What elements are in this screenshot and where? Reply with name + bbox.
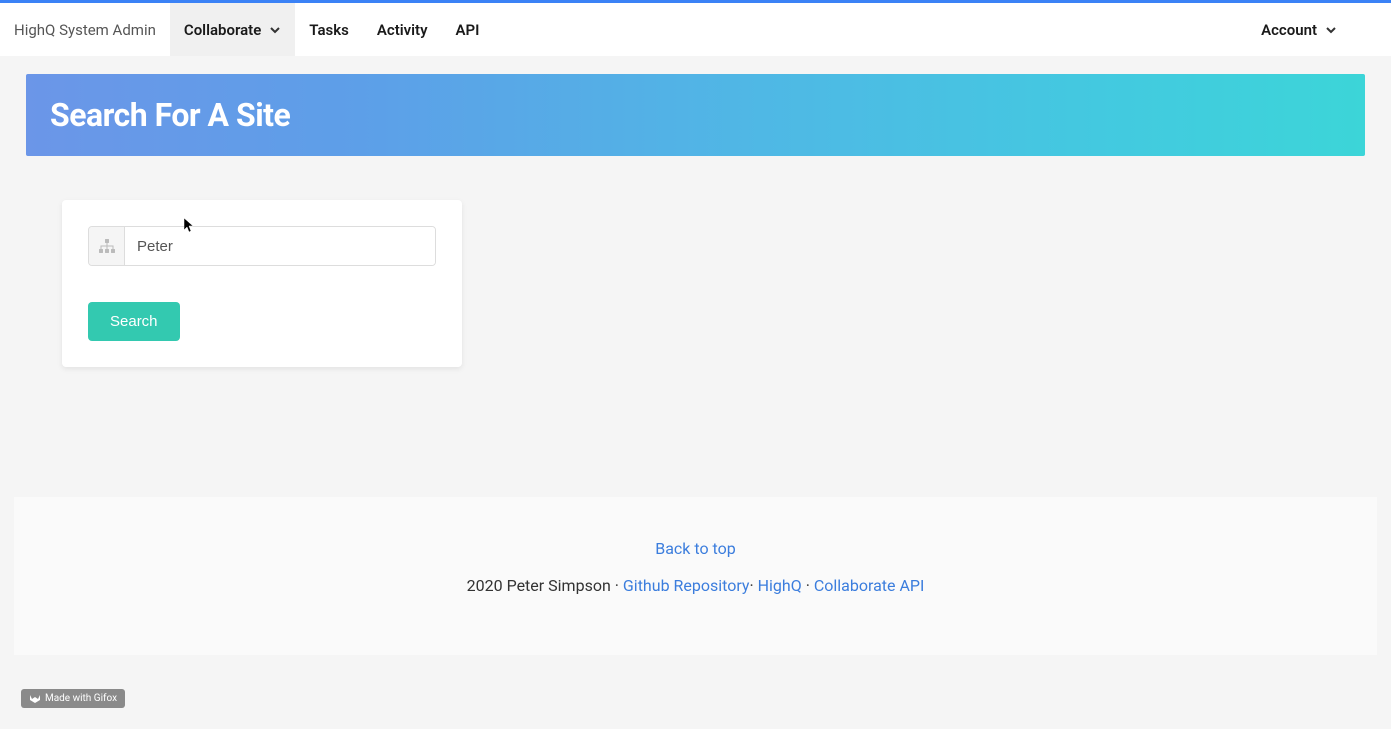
nav-account-label: Account <box>1261 21 1317 39</box>
search-input-group <box>88 226 436 266</box>
gifox-watermark: Made with Gifox <box>21 689 125 708</box>
navbar-right: Account <box>1247 3 1391 56</box>
nav-api[interactable]: API <box>442 3 494 56</box>
nav-activity[interactable]: Activity <box>363 3 442 56</box>
chevron-down-icon <box>1325 24 1337 36</box>
footer-copyright: 2020 Peter Simpson · Github Repository· … <box>14 576 1377 595</box>
copyright-text: 2020 Peter Simpson · <box>467 576 623 595</box>
watermark-text: Made with Gifox <box>45 693 117 704</box>
hero-banner: Search For A Site <box>26 74 1365 156</box>
nav-collaborate-label: Collaborate <box>184 21 261 39</box>
back-to-top-link[interactable]: Back to top <box>655 539 735 558</box>
search-card: Search <box>62 200 462 367</box>
page-title: Search For A Site <box>50 96 1341 134</box>
fox-icon <box>29 694 41 704</box>
separator: · <box>802 576 814 595</box>
chevron-down-icon <box>269 24 281 36</box>
search-button[interactable]: Search <box>88 302 180 341</box>
main-navbar: HighQ System Admin Collaborate Tasks Act… <box>0 3 1391 56</box>
sitemap-icon <box>99 239 115 253</box>
separator: · <box>749 576 757 595</box>
brand-label[interactable]: HighQ System Admin <box>0 3 170 56</box>
search-input[interactable] <box>125 227 435 265</box>
nav-tasks[interactable]: Tasks <box>295 3 363 56</box>
github-link[interactable]: Github Repository <box>623 576 750 595</box>
nav-collaborate[interactable]: Collaborate <box>170 3 295 56</box>
collaborate-api-link[interactable]: Collaborate API <box>814 576 925 595</box>
input-addon <box>89 227 125 265</box>
nav-account[interactable]: Account <box>1247 3 1351 56</box>
main-content: Search For A Site Search <box>0 56 1391 367</box>
footer: Back to top 2020 Peter Simpson · Github … <box>14 497 1377 655</box>
navbar-left: HighQ System Admin Collaborate Tasks Act… <box>0 3 494 56</box>
highq-link[interactable]: HighQ <box>758 576 802 595</box>
